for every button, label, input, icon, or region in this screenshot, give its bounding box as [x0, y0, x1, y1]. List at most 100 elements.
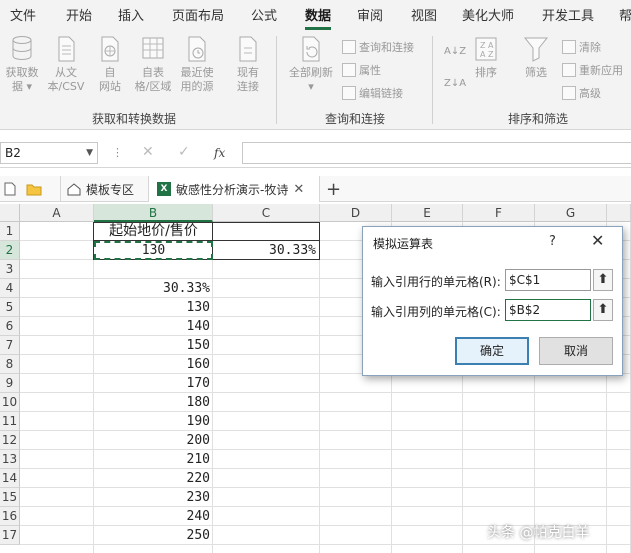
row-header-16[interactable]: 16	[0, 507, 20, 526]
col-input-cell-field[interactable]: $B$2	[505, 299, 591, 321]
sort-az-button[interactable]: A↓Z	[444, 42, 466, 60]
tab-10[interactable]: 帮	[619, 5, 631, 24]
row-header-7[interactable]: 7	[0, 336, 20, 355]
tab-sensitivity-file[interactable]: X 敏感性分析演示-牧诗 ✕	[148, 176, 320, 202]
advanced-filter-button[interactable]: 高级	[562, 84, 601, 102]
column-header-partial[interactable]	[607, 204, 631, 222]
row-header-4[interactable]: 4	[0, 279, 20, 298]
excel-icon: X	[157, 182, 171, 196]
get-data-button[interactable]: 获取数 据 ▾	[2, 34, 42, 94]
sort-button[interactable]: Z AA Z 排序	[470, 34, 502, 80]
cell-b14[interactable]: 220	[94, 469, 213, 488]
tab-template-zone[interactable]: 模板专区	[60, 176, 146, 202]
column-header-c[interactable]: C	[213, 204, 320, 222]
row-header-17[interactable]: 17	[0, 526, 20, 545]
cell-b7[interactable]: 150	[94, 336, 213, 355]
filter-button[interactable]: 筛选	[520, 34, 552, 80]
column-header-f[interactable]: F	[463, 204, 535, 222]
column-header-d[interactable]: D	[320, 204, 392, 222]
row-header-10[interactable]: 10	[0, 393, 20, 412]
tab-4[interactable]: 公式	[251, 5, 277, 24]
row-header-13[interactable]: 13	[0, 450, 20, 469]
tab-9[interactable]: 开发工具	[542, 5, 594, 24]
cell-c2[interactable]: 30.33%	[213, 241, 319, 260]
queries-connections-button[interactable]: 查询和连接	[342, 38, 414, 56]
web-page-icon	[96, 34, 124, 64]
cell-b16[interactable]: 240	[94, 507, 213, 526]
row-input-cell-field[interactable]: $C$1	[505, 269, 591, 291]
column-header-b[interactable]: B	[94, 204, 213, 222]
properties-button[interactable]: 属性	[342, 61, 381, 79]
cell-b17[interactable]: 250	[94, 526, 213, 545]
cancel-button[interactable]: 取消	[539, 337, 613, 365]
from-text-csv-button[interactable]: 从文 本/CSV	[44, 34, 88, 94]
row-header-11[interactable]: 11	[0, 412, 20, 431]
folder-icon[interactable]	[26, 176, 42, 202]
row-header-9[interactable]: 9	[0, 374, 20, 393]
formula-input[interactable]	[242, 142, 631, 164]
tab-2[interactable]: 插入	[118, 5, 144, 24]
existing-connections-button[interactable]: 现有 连接	[230, 34, 266, 94]
cancel-icon[interactable]: ✕	[142, 144, 154, 160]
name-box-value: B2	[5, 146, 21, 160]
from-table-range-button[interactable]: 自表 格/区域	[130, 34, 176, 94]
tab-7[interactable]: 视图	[411, 5, 437, 24]
ok-button[interactable]: 确定	[455, 337, 529, 365]
row-header-3[interactable]: 3	[0, 260, 20, 279]
ribbon: 获取数 据 ▾ 从文 本/CSV 自 网站 自表 格/区域 最近使 用的源 现有…	[0, 30, 631, 130]
row-header-5[interactable]: 5	[0, 298, 20, 317]
sort-za-button[interactable]: Z↓A	[444, 74, 466, 92]
from-web-button[interactable]: 自 网站	[92, 34, 128, 94]
cell-b12[interactable]: 200	[94, 431, 213, 450]
tab-1[interactable]: 开始	[66, 5, 92, 24]
cell-b9[interactable]: 170	[94, 374, 213, 393]
row-header-15[interactable]: 15	[0, 488, 20, 507]
reapply-button[interactable]: 重新应用	[562, 61, 623, 79]
recent-sources-label2: 用的源	[180, 80, 214, 93]
get-transform-group-label: 获取和转换数据	[92, 112, 177, 126]
new-tab-plus-icon[interactable]: +	[326, 176, 341, 202]
row-header-8[interactable]: 8	[0, 355, 20, 374]
edit-links-button[interactable]: 编辑链接	[342, 84, 403, 102]
sort-icon: Z AA Z	[472, 34, 500, 64]
column-header-e[interactable]: E	[392, 204, 463, 222]
cell-b4[interactable]: 30.33%	[94, 279, 213, 298]
cell-b10[interactable]: 180	[94, 393, 213, 412]
cell-b5[interactable]: 130	[94, 298, 213, 317]
row-header-2[interactable]: 2	[0, 241, 20, 260]
file-icon[interactable]	[4, 176, 16, 202]
cell-b15[interactable]: 230	[94, 488, 213, 507]
select-all-corner[interactable]	[0, 204, 20, 222]
cell-b11[interactable]: 190	[94, 412, 213, 431]
refresh-all-button[interactable]: 全部刷新 ▾	[284, 34, 338, 94]
tab-5[interactable]: 数据	[305, 5, 332, 30]
recent-sources-button[interactable]: 最近使 用的源	[176, 34, 218, 94]
tab-3[interactable]: 页面布局	[172, 5, 224, 24]
close-tab-icon[interactable]: ✕	[293, 182, 304, 197]
close-icon[interactable]: ✕	[591, 231, 604, 250]
edit-links-label: 编辑链接	[359, 87, 403, 100]
row-header-6[interactable]: 6	[0, 317, 20, 336]
cell-b8[interactable]: 160	[94, 355, 213, 374]
cell-b6[interactable]: 140	[94, 317, 213, 336]
col-collapse-arrow-icon[interactable]: ⬆	[593, 299, 613, 321]
column-header-g[interactable]: G	[535, 204, 607, 222]
svg-text:Z A: Z A	[480, 41, 494, 50]
cell-b13[interactable]: 210	[94, 450, 213, 469]
name-box[interactable]: B2 ▼	[0, 142, 98, 164]
tab-0[interactable]: 文件	[10, 5, 36, 24]
row-header-1[interactable]: 1	[0, 222, 20, 241]
chevron-down-icon[interactable]: ▼	[86, 143, 93, 163]
from-text-label1: 从文	[55, 66, 77, 79]
row-header-14[interactable]: 14	[0, 469, 20, 488]
row-header-12[interactable]: 12	[0, 431, 20, 450]
row-collapse-arrow-icon[interactable]: ⬆	[593, 269, 613, 291]
cell-b1[interactable]: 起始地价/售价	[94, 222, 213, 241]
column-header-a[interactable]: A	[20, 204, 94, 222]
help-icon[interactable]: ?	[549, 234, 556, 249]
insert-function-icon[interactable]: fx	[214, 146, 225, 160]
tab-8[interactable]: 美化大师	[462, 5, 514, 24]
tab-6[interactable]: 审阅	[357, 5, 383, 24]
enter-check-icon[interactable]: ✓	[178, 144, 190, 160]
clear-filter-button[interactable]: 清除	[562, 38, 601, 56]
